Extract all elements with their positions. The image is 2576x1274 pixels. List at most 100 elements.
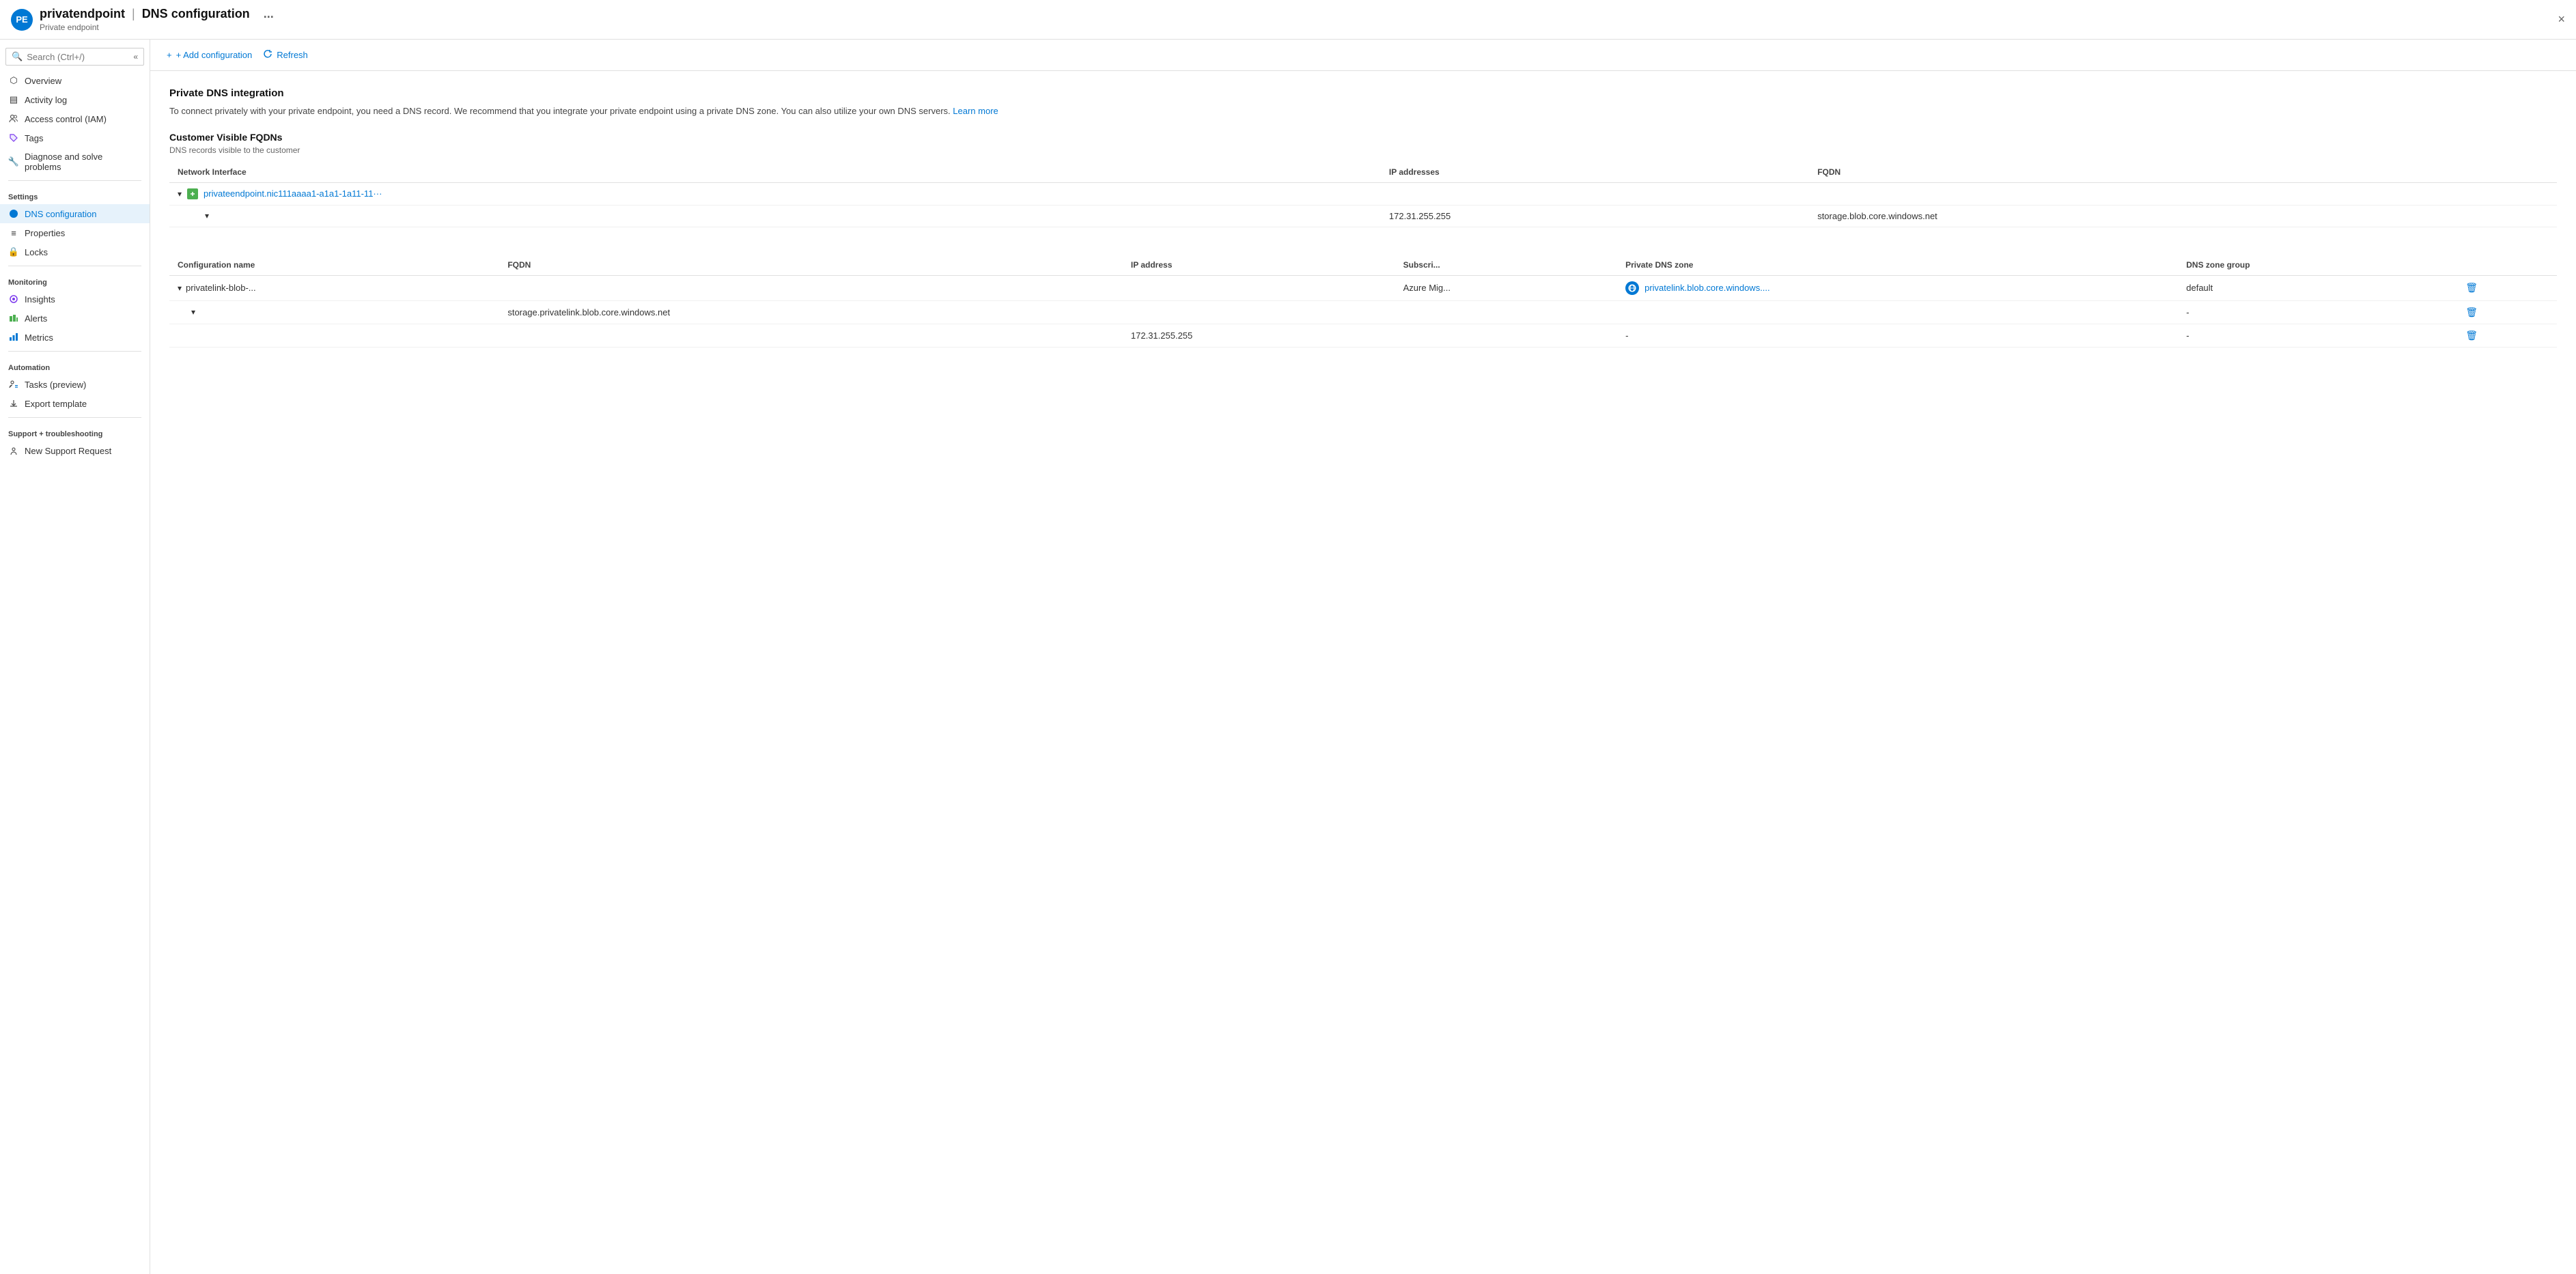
fqdn-cell: storage.blob.core.windows.net: [1809, 205, 2557, 227]
sidebar-item-new-support[interactable]: New Support Request: [0, 441, 150, 460]
sidebar: 🔍 « ⬡ Overview ▤ Activity log Access con…: [0, 40, 150, 1274]
refresh-button[interactable]: Refresh: [263, 46, 308, 63]
locks-icon: 🔒: [8, 246, 19, 257]
resource-name: privatendpoint: [40, 7, 125, 21]
delete-cell: 🗑: [2457, 300, 2557, 324]
sidebar-item-export-template[interactable]: Export template: [0, 394, 150, 413]
ip-cell: [1123, 300, 1395, 324]
refresh-icon: [263, 49, 272, 61]
sidebar-item-tasks[interactable]: Tasks (preview): [0, 375, 150, 394]
col-config-name: Configuration name: [169, 255, 499, 276]
avatar: PE: [11, 9, 33, 31]
delete-cell: 🗑: [2457, 324, 2557, 347]
sidebar-item-label: Insights: [25, 294, 55, 305]
search-input[interactable]: [27, 52, 129, 62]
expand-sub-config-button[interactable]: ▾: [191, 307, 195, 317]
sidebar-item-alerts[interactable]: Alerts: [0, 309, 150, 328]
learn-more-link[interactable]: Learn more: [953, 106, 998, 116]
table-row: ▾ storage.privatelink.blob.core.windows.…: [169, 300, 2557, 324]
add-configuration-button[interactable]: + + Add configuration: [167, 47, 252, 63]
subscription-cell: Azure Mig...: [1395, 275, 1617, 300]
sidebar-item-label: Locks: [25, 247, 48, 257]
tasks-icon: [8, 379, 19, 390]
alerts-icon: [8, 313, 19, 324]
fqdn-section-desc: DNS records visible to the customer: [169, 145, 2557, 155]
sidebar-item-label: Alerts: [25, 313, 47, 324]
header: PE privatendpoint | DNS configuration ..…: [0, 0, 2576, 40]
ip-cell: 172.31.255.255: [1381, 205, 1809, 227]
col-dns-zone-group: DNS zone group: [2178, 255, 2457, 276]
title-separator: |: [132, 7, 135, 21]
sidebar-item-properties[interactable]: ≡ Properties: [0, 223, 150, 242]
delete-button[interactable]: 🗑: [2465, 330, 2478, 341]
dns-zone-link[interactable]: privatelink.blob.core.windows....: [1644, 283, 1770, 293]
table-row: ▾ privatelink-blob-... Azure Mig...: [169, 275, 2557, 300]
config-section: Configuration name FQDN IP address Subsc…: [169, 255, 2557, 348]
nic-link[interactable]: privateendpoint.nic111aaaa1-a1a1-1a11-11…: [204, 188, 382, 199]
sidebar-item-access-control[interactable]: Access control (IAM): [0, 109, 150, 128]
automation-section-label: Automation: [0, 356, 150, 375]
properties-icon: ≡: [8, 227, 19, 238]
col-ip-address: IP address: [1123, 255, 1395, 276]
delete-cell: 🗑: [2457, 275, 2557, 300]
table-row: ▾ 172.31.255.255 storage.blob.core.windo…: [169, 205, 2557, 227]
content-body: Private DNS integration To connect priva…: [150, 71, 2576, 364]
config-name-cell-indent: ▾: [169, 300, 499, 324]
sidebar-item-dns-configuration[interactable]: DNS configuration: [0, 204, 150, 223]
sidebar-item-metrics[interactable]: Metrics: [0, 328, 150, 347]
search-icon: 🔍: [12, 51, 23, 62]
dns-zone-cell: [1617, 300, 2178, 324]
sidebar-item-label: DNS configuration: [25, 209, 97, 219]
sidebar-divider-automation: [8, 351, 141, 352]
sidebar-item-activity-log[interactable]: ▤ Activity log: [0, 90, 150, 109]
diagnose-icon: 🔧: [8, 156, 19, 167]
sidebar-item-overview[interactable]: ⬡ Overview: [0, 71, 150, 90]
more-button[interactable]: ...: [264, 7, 274, 21]
table-row: ▾ privateendpoint.nic111aaaa1-a1a1-1a11-…: [169, 182, 2557, 205]
dns-zone-avatar: [1625, 281, 1639, 295]
dns-integration-title: Private DNS integration: [169, 87, 2557, 99]
sidebar-item-diagnose[interactable]: 🔧 Diagnose and solve problems: [0, 147, 150, 176]
support-icon: [8, 445, 19, 456]
sidebar-item-label: Tasks (preview): [25, 380, 86, 390]
delete-button[interactable]: 🗑: [2465, 307, 2478, 317]
collapse-button[interactable]: «: [133, 52, 138, 61]
toolbar: + + Add configuration Refresh: [150, 40, 2576, 71]
dns-config-icon: [8, 208, 19, 219]
metrics-icon: [8, 332, 19, 343]
sidebar-divider-settings: [8, 180, 141, 181]
config-table-header: Configuration name FQDN IP address Subsc…: [169, 255, 2557, 276]
sidebar-item-locks[interactable]: 🔒 Locks: [0, 242, 150, 261]
header-subtitle: Private endpoint: [40, 23, 2558, 32]
col-actions: [2457, 255, 2557, 276]
export-icon: [8, 398, 19, 409]
sidebar-item-label: Activity log: [25, 95, 67, 105]
sidebar-item-insights[interactable]: Insights: [0, 289, 150, 309]
nic-cell: ▾ privateendpoint.nic111aaaa1-a1a1-1a11-…: [169, 182, 1381, 205]
settings-section-label: Settings: [0, 185, 150, 204]
expand-config-button[interactable]: ▾: [178, 283, 182, 293]
col-subscription: Subscri...: [1395, 255, 1617, 276]
refresh-label: Refresh: [277, 50, 308, 60]
delete-button[interactable]: 🗑: [2465, 282, 2478, 293]
config-name: privatelink-blob-...: [186, 283, 256, 293]
sidebar-divider-support: [8, 417, 141, 418]
table-row: 172.31.255.255 - - 🗑: [169, 324, 2557, 347]
fqdn-table-header: Network Interface IP addresses FQDN: [169, 162, 2557, 183]
dns-zone-group-cell: default: [2178, 275, 2457, 300]
access-control-icon: [8, 113, 19, 124]
close-button[interactable]: ×: [2558, 12, 2565, 27]
expand-sub-row-button[interactable]: ▾: [205, 211, 209, 221]
expand-row-button[interactable]: ▾: [178, 189, 182, 199]
content-area: + + Add configuration Refresh Private DN…: [150, 40, 2576, 1274]
dns-integration-desc-text: To connect privately with your private e…: [169, 106, 951, 116]
sidebar-item-tags[interactable]: Tags: [0, 128, 150, 147]
search-box[interactable]: 🔍 «: [5, 48, 144, 66]
col-fqdn: FQDN: [1809, 162, 2557, 183]
page-name: DNS configuration: [142, 7, 250, 21]
subscription-cell: [1395, 300, 1617, 324]
sidebar-item-label: Export template: [25, 399, 87, 409]
fqdn-section-title: Customer Visible FQDNs: [169, 132, 2557, 143]
col-ip-addresses: IP addresses: [1381, 162, 1809, 183]
sidebar-item-label: Diagnose and solve problems: [25, 152, 141, 172]
